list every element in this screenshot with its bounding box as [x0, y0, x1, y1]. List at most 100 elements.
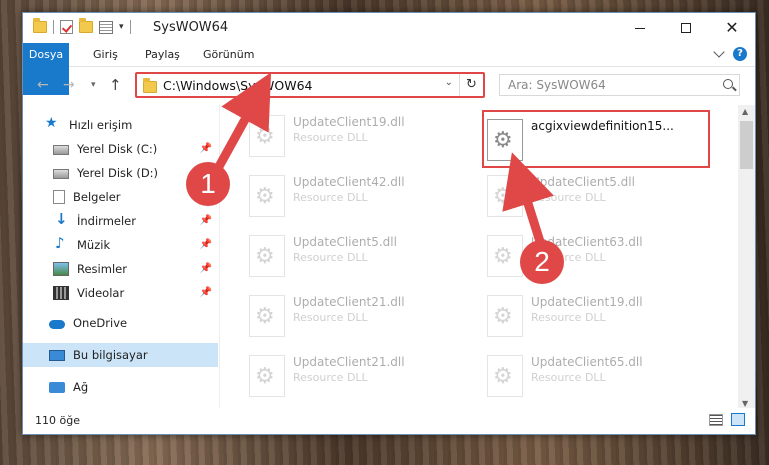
close-icon: ✕: [725, 18, 739, 37]
file-type: Resource DLL: [531, 371, 606, 384]
search-icon: [723, 79, 733, 89]
sidebar-item-this-pc[interactable]: Bu bilgisayar: [23, 343, 218, 367]
refresh-icon[interactable]: ↻: [459, 74, 483, 96]
sidebar-item-quick-access[interactable]: Hızlı erişim: [23, 113, 218, 137]
file-name: UpdateClient42.dll: [293, 175, 405, 189]
large-icons-view-icon[interactable]: [731, 413, 745, 426]
file-item[interactable]: UpdateClient21.dll Resource DLL: [245, 289, 465, 341]
dll-file-icon: [249, 115, 285, 157]
file-item[interactable]: UpdateClient19.dll Resource DLL: [245, 109, 465, 161]
file-type: Resource DLL: [531, 191, 606, 204]
dll-file-icon: [249, 175, 285, 217]
documents-icon: [53, 190, 65, 204]
file-name: UpdateClient65.dll: [531, 355, 643, 369]
dll-file-icon: [487, 175, 523, 217]
pin-icon[interactable]: 📌: [200, 263, 212, 274]
sidebar-item-pictures[interactable]: Resimler 📌: [23, 257, 218, 281]
up-arrow-icon[interactable]: ↑: [109, 76, 122, 94]
file-item[interactable]: UpdateClient5.dll Resource DLL: [245, 229, 465, 281]
sidebar-item-label: Resimler: [77, 262, 127, 276]
scroll-down-icon[interactable]: ▼: [742, 399, 748, 408]
cloud-icon: [49, 320, 65, 329]
folder-icon: [143, 78, 157, 93]
explorer-window: ▾ SysWOW64 ✕ Dosya Giriş Paylaş Görünüm …: [22, 12, 756, 435]
back-arrow-icon[interactable]: ←: [37, 77, 49, 93]
search-input[interactable]: Ara: SysWOW64: [499, 74, 740, 96]
sidebar-item-local-disk-c[interactable]: Yerel Disk (C:) 📌: [23, 137, 218, 161]
dll-file-icon: [249, 355, 285, 397]
navigation-pane: Hızlı erişim Yerel Disk (C:) 📌 Yerel Dis…: [23, 105, 218, 410]
pin-icon[interactable]: 📌: [200, 143, 212, 154]
vertical-scrollbar[interactable]: ▲ ▼: [738, 105, 755, 410]
sidebar-item-downloads[interactable]: İndirmeler 📌: [23, 209, 218, 233]
file-name: UpdateClient5.dll: [531, 175, 635, 189]
file-type: Resource DLL: [531, 311, 606, 324]
expand-ribbon-icon[interactable]: [713, 46, 725, 58]
sidebar-item-label: Yerel Disk (D:): [77, 166, 159, 180]
file-item[interactable]: UpdateClient5.dll Resource DLL: [483, 169, 703, 221]
sidebar-item-label: İndirmeler: [77, 214, 136, 228]
network-icon: [49, 381, 65, 393]
maximize-icon: [681, 23, 691, 33]
navigation-bar: ← → ▾ ↑ C:\Windows\SysWOW64 ⌄ ↻ Ara: Sys…: [23, 68, 755, 102]
file-type: Resource DLL: [293, 131, 368, 144]
file-item[interactable]: UpdateClient19.dll Resource DLL: [483, 289, 703, 341]
view-properties-icon[interactable]: [99, 20, 113, 34]
pin-icon[interactable]: 📌: [200, 239, 212, 250]
file-item[interactable]: UpdateClient42.dll Resource DLL: [245, 169, 465, 221]
file-item[interactable]: UpdateClient63.dll Resource DLL: [483, 229, 703, 281]
window-title: SysWOW64: [153, 20, 229, 35]
scroll-up-icon[interactable]: ▲: [742, 107, 748, 116]
search-placeholder: Ara: SysWOW64: [508, 78, 606, 92]
disk-icon: [53, 169, 69, 179]
address-path[interactable]: C:\Windows\SysWOW64: [163, 78, 312, 93]
video-icon: [53, 286, 69, 300]
divider: [129, 20, 131, 34]
tab-home[interactable]: Giriş: [81, 43, 130, 67]
tab-view[interactable]: Görünüm: [191, 43, 266, 67]
customize-toolbar-icon[interactable]: ▾: [119, 22, 124, 32]
recent-locations-icon[interactable]: ▾: [91, 80, 96, 90]
pictures-icon: [53, 262, 69, 276]
item-count: 110 öğe: [35, 414, 80, 427]
properties-check-icon[interactable]: [60, 20, 73, 34]
star-icon: [45, 115, 61, 132]
help-icon[interactable]: ?: [733, 47, 747, 61]
maximize-button[interactable]: [663, 13, 709, 43]
quick-access-toolbar: ▾: [33, 18, 131, 34]
pin-icon[interactable]: 📌: [200, 215, 212, 226]
sidebar-item-label: Hızlı erişim: [69, 118, 133, 132]
folder-icon: [33, 18, 47, 33]
file-item[interactable]: UpdateClient21.dll Resource DLL: [245, 349, 465, 401]
file-name: UpdateClient21.dll: [293, 355, 405, 369]
close-button[interactable]: ✕: [709, 13, 755, 43]
address-bar[interactable]: C:\Windows\SysWOW64 ⌄ ↻: [135, 72, 485, 98]
sidebar-item-videos[interactable]: Videolar 📌: [23, 281, 218, 305]
sidebar-item-label: Ağ: [73, 380, 89, 394]
chevron-down-icon[interactable]: ⌄: [445, 77, 453, 88]
tab-share[interactable]: Paylaş: [133, 43, 192, 67]
forward-arrow-icon[interactable]: →: [63, 77, 75, 93]
sidebar-item-network[interactable]: Ağ: [23, 375, 218, 399]
scroll-thumb[interactable]: [740, 121, 753, 169]
step-2-badge: 2: [520, 240, 564, 284]
sidebar-item-onedrive[interactable]: OneDrive: [23, 311, 218, 335]
sidebar-item-music[interactable]: Müzik 📌: [23, 233, 218, 257]
minimize-icon: [635, 27, 645, 29]
divider: [53, 20, 54, 34]
pc-icon: [49, 349, 65, 361]
file-type: Resource DLL: [293, 311, 368, 324]
details-view-icon[interactable]: [709, 414, 723, 426]
dll-file-icon: [249, 295, 285, 337]
file-item[interactable]: UpdateClient65.dll Resource DLL: [483, 349, 703, 401]
new-folder-icon[interactable]: [79, 18, 93, 33]
dll-file-icon: [487, 355, 523, 397]
sidebar-item-label: Belgeler: [73, 190, 121, 204]
step-1-badge: 1: [186, 162, 230, 206]
pane-divider[interactable]: [219, 105, 220, 410]
minimize-button[interactable]: [617, 13, 663, 43]
download-icon: [53, 210, 69, 228]
pin-icon[interactable]: 📌: [200, 287, 212, 298]
sidebar-item-label: Yerel Disk (C:): [77, 142, 158, 156]
dll-file-icon: [487, 295, 523, 337]
